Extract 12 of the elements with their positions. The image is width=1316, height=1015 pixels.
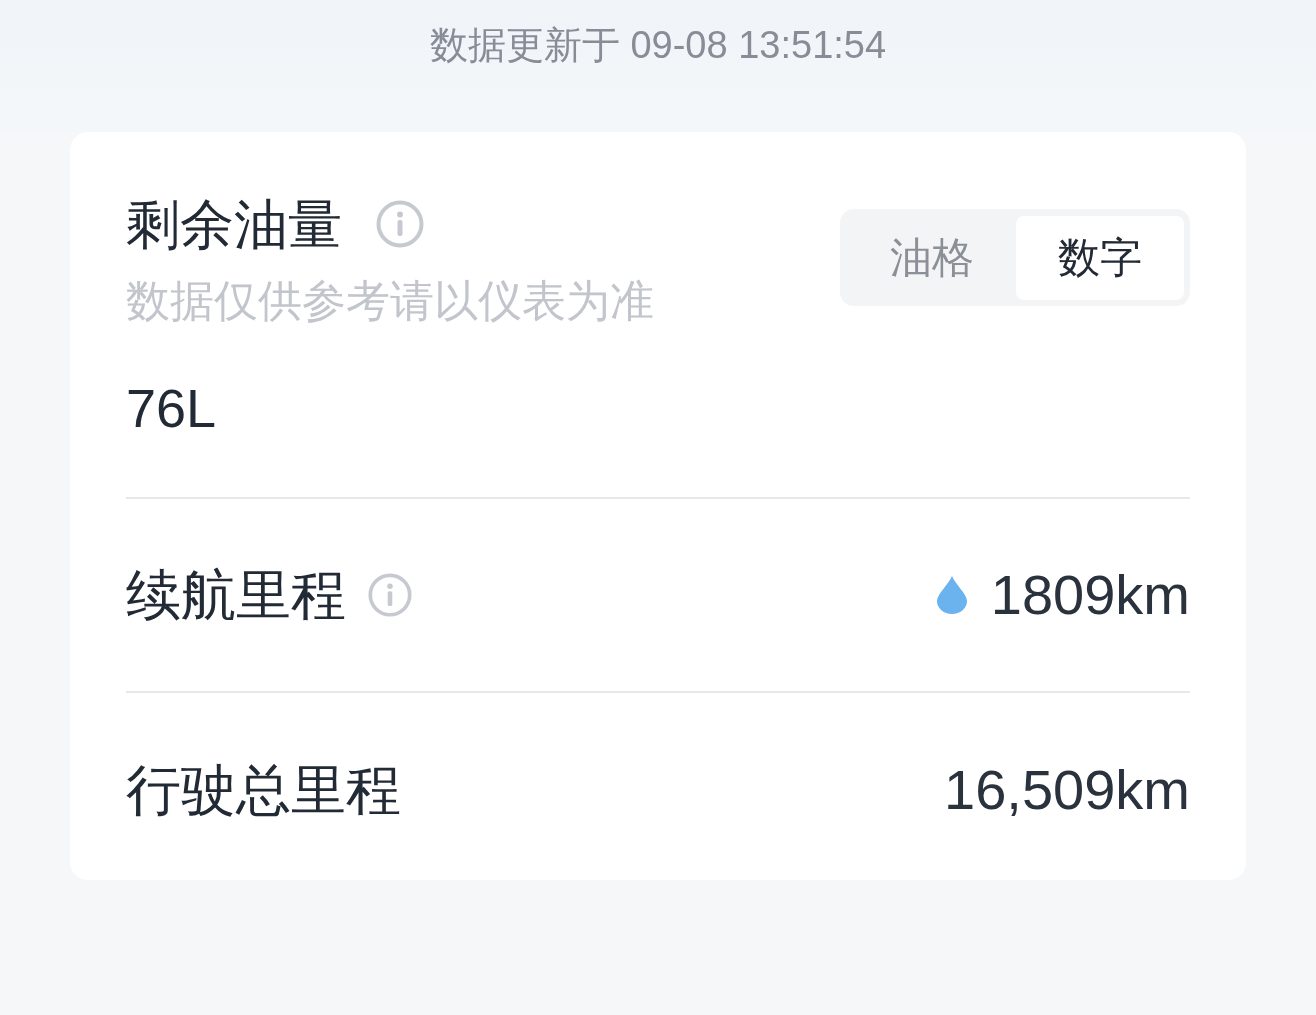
row-value: 16,509km bbox=[944, 757, 1190, 822]
fuel-title: 剩余油量 bbox=[126, 193, 342, 256]
segment-button[interactable]: 数字 bbox=[1016, 216, 1184, 300]
disclaimer-text: 数据仅供参考请以仪表为准 bbox=[126, 275, 654, 327]
drop-icon bbox=[936, 576, 967, 614]
update-time-text: 数据更新于 09-08 13:51:54 bbox=[429, 24, 887, 66]
row-label: 行驶总里程 bbox=[126, 757, 401, 822]
info-icon[interactable] bbox=[376, 200, 424, 248]
row-value: 1809km bbox=[990, 563, 1190, 627]
row-label: 续航里程 bbox=[126, 563, 346, 627]
fuel-value: 76L bbox=[126, 377, 218, 440]
info-icon[interactable] bbox=[368, 573, 412, 617]
